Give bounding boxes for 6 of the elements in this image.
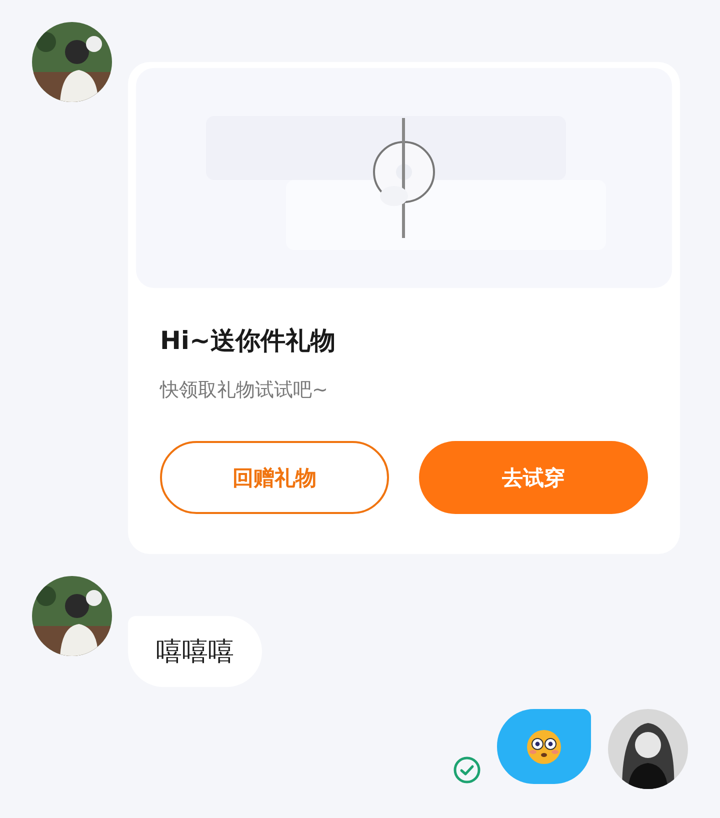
flushed-face-icon	[526, 728, 562, 764]
card-title: Hi~送你件礼物	[160, 325, 336, 357]
try-on-button[interactable]: 去试穿	[419, 441, 648, 514]
gift-back-button[interactable]: 回赠礼物	[160, 441, 389, 514]
card-subtitle: 快领取礼物试试吧~	[160, 378, 329, 403]
message-bubble: 嘻嘻嘻	[128, 616, 262, 687]
